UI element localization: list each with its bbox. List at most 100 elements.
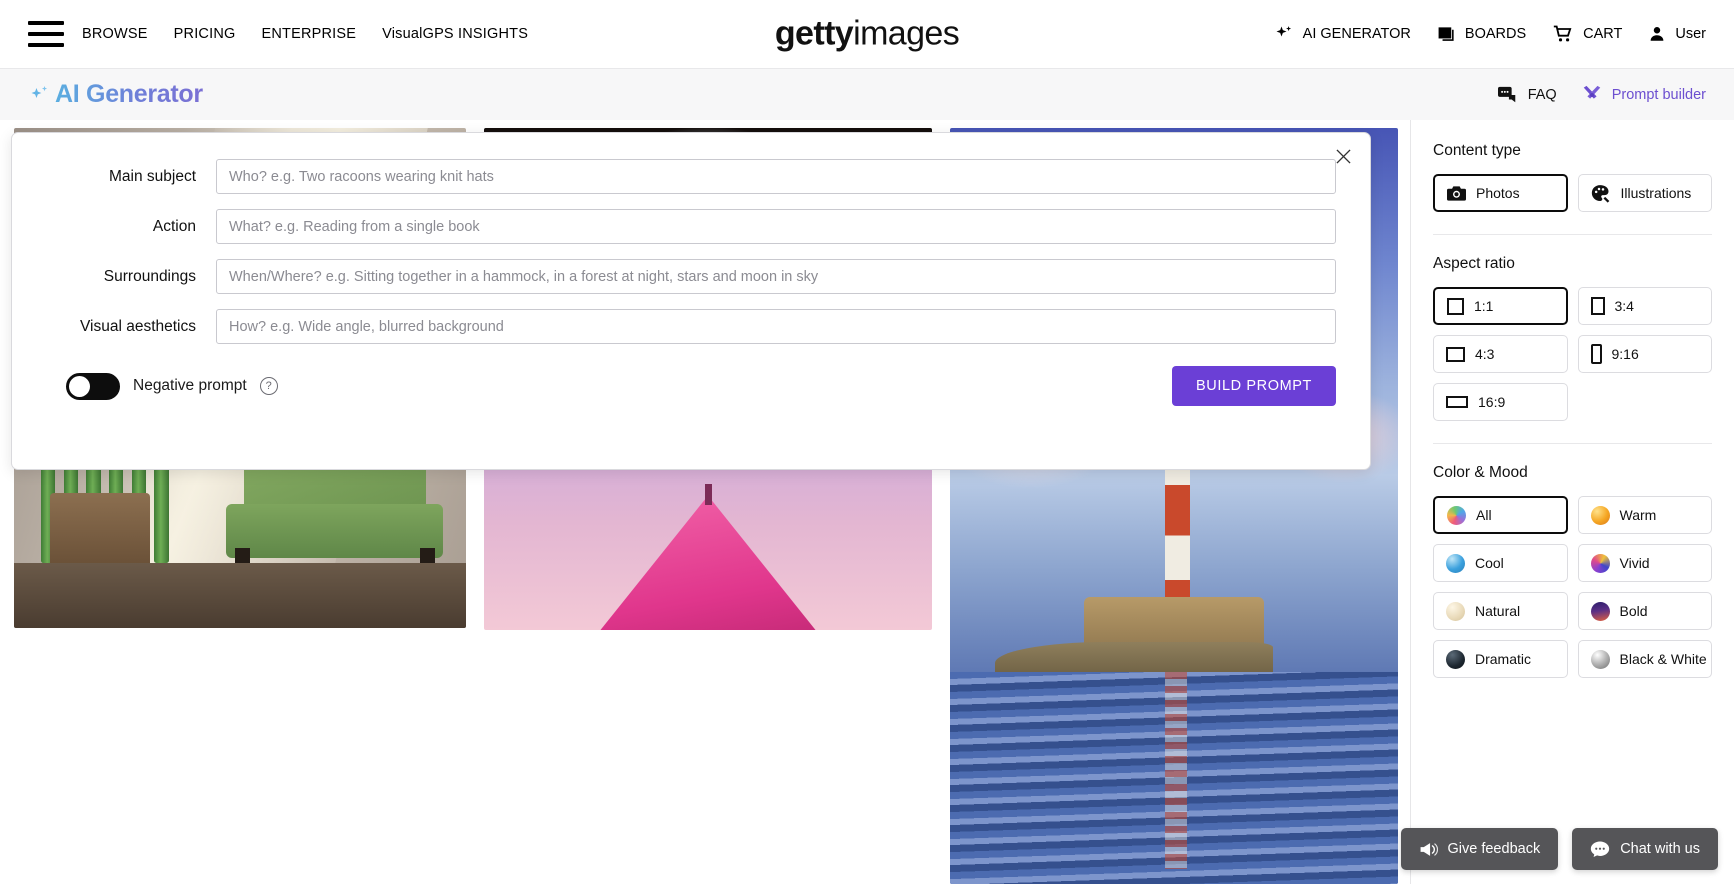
give-feedback-label: Give feedback bbox=[1448, 841, 1541, 857]
subheader-actions: FAQ Prompt builder bbox=[1497, 84, 1706, 106]
color-mood-all[interactable]: All bbox=[1433, 496, 1568, 534]
portrait-icon bbox=[1591, 297, 1605, 315]
prompt-builder-button[interactable]: Prompt builder bbox=[1581, 84, 1706, 106]
action-label: Action bbox=[46, 218, 216, 236]
color-mood-title: Color & Mood bbox=[1433, 464, 1712, 482]
sparkle-icon bbox=[28, 83, 52, 107]
color-mood-options: All Warm Cool Vivid Natural bbox=[1433, 496, 1712, 678]
bw-swatch-icon bbox=[1591, 650, 1610, 669]
faq-label: FAQ bbox=[1528, 87, 1557, 103]
sidebar-divider bbox=[1433, 234, 1712, 235]
square-icon bbox=[1447, 298, 1464, 315]
cart-icon bbox=[1552, 24, 1574, 44]
header-boards-button[interactable]: BOARDS bbox=[1437, 25, 1526, 44]
main-content: Main subject Action Surroundings Visual … bbox=[0, 120, 1410, 884]
aspect-ratio-options: 1:1 3:4 4:3 9:16 16:9 bbox=[1433, 287, 1712, 421]
aspect-ratio-4-3[interactable]: 4:3 bbox=[1433, 335, 1568, 373]
color-mood-vivid[interactable]: Vivid bbox=[1578, 544, 1713, 582]
field-row-visual-aesthetics: Visual aesthetics bbox=[46, 309, 1336, 344]
megaphone-icon bbox=[1419, 841, 1438, 858]
color-mood-dramatic[interactable]: Dramatic bbox=[1433, 640, 1568, 678]
cool-swatch-icon bbox=[1446, 554, 1465, 573]
color-mood-vivid-label: Vivid bbox=[1620, 555, 1650, 571]
nav-item-visualgps-insights[interactable]: VisualGPS INSIGHTS bbox=[382, 26, 528, 42]
color-mood-dramatic-label: Dramatic bbox=[1475, 651, 1531, 667]
content-type-options: Photos Illustrations bbox=[1433, 174, 1712, 212]
dramatic-swatch-icon bbox=[1446, 650, 1465, 669]
header-ai-generator-button[interactable]: AI GENERATOR bbox=[1274, 24, 1411, 44]
color-mood-cool[interactable]: Cool bbox=[1433, 544, 1568, 582]
header-cart-label: CART bbox=[1583, 26, 1622, 42]
aspect-ratio-9-16[interactable]: 9:16 bbox=[1578, 335, 1713, 373]
primary-nav: BROWSE PRICING ENTERPRISE VisualGPS INSI… bbox=[82, 26, 528, 42]
question-mark-icon[interactable]: ? bbox=[260, 377, 278, 395]
negative-prompt-label: Negative prompt bbox=[133, 377, 247, 395]
build-prompt-button[interactable]: BUILD PROMPT bbox=[1172, 366, 1336, 406]
floating-actions: Give feedback Chat with us bbox=[1401, 828, 1719, 870]
surroundings-input[interactable] bbox=[216, 259, 1336, 294]
give-feedback-button[interactable]: Give feedback bbox=[1401, 828, 1559, 870]
prompt-builder-panel: Main subject Action Surroundings Visual … bbox=[11, 132, 1371, 470]
aspect-ratio-title: Aspect ratio bbox=[1433, 255, 1712, 273]
color-mood-warm[interactable]: Warm bbox=[1578, 496, 1713, 534]
chat-with-us-label: Chat with us bbox=[1620, 841, 1700, 857]
field-row-action: Action bbox=[46, 209, 1336, 244]
color-mood-natural-label: Natural bbox=[1475, 603, 1520, 619]
gettyimages-logo[interactable]: gettyimages bbox=[775, 15, 959, 54]
main-subject-label: Main subject bbox=[46, 168, 216, 186]
content-type-photos-label: Photos bbox=[1476, 185, 1520, 201]
header-ai-generator-label: AI GENERATOR bbox=[1303, 26, 1411, 42]
chat-with-us-button[interactable]: Chat with us bbox=[1572, 828, 1718, 870]
color-mood-natural[interactable]: Natural bbox=[1433, 592, 1568, 630]
color-mood-cool-label: Cool bbox=[1475, 555, 1504, 571]
hamburger-menu-icon[interactable] bbox=[28, 21, 64, 47]
surroundings-label: Surroundings bbox=[46, 268, 216, 286]
getty-ai-generator-page: BROWSE PRICING ENTERPRISE VisualGPS INSI… bbox=[0, 0, 1734, 884]
ai-generator-subheader: AI Generator FAQ Prompt builder bbox=[0, 68, 1734, 120]
aspect-ratio-4-3-label: 4:3 bbox=[1475, 346, 1494, 362]
header-boards-label: BOARDS bbox=[1465, 26, 1526, 42]
main-subject-input[interactable] bbox=[216, 159, 1336, 194]
page-title-text: AI Generator bbox=[55, 80, 203, 109]
toggle-knob bbox=[69, 376, 90, 397]
content-type-illustrations[interactable]: Illustrations bbox=[1578, 174, 1713, 212]
panel-footer: Negative prompt ? BUILD PROMPT bbox=[46, 366, 1336, 406]
tall-portrait-icon bbox=[1591, 344, 1602, 364]
aspect-ratio-3-4[interactable]: 3:4 bbox=[1578, 287, 1713, 325]
landscape-icon bbox=[1446, 347, 1465, 362]
nav-item-browse[interactable]: BROWSE bbox=[82, 26, 148, 42]
prompt-builder-label: Prompt builder bbox=[1612, 87, 1706, 103]
header-actions: AI GENERATOR BOARDS CART User bbox=[1274, 24, 1706, 44]
user-icon bbox=[1648, 25, 1666, 43]
camera-icon bbox=[1447, 185, 1466, 202]
water-reflection bbox=[1165, 672, 1187, 869]
visual-aesthetics-input[interactable] bbox=[216, 309, 1336, 344]
color-mood-all-label: All bbox=[1476, 507, 1492, 523]
page-body: Main subject Action Surroundings Visual … bbox=[0, 120, 1734, 884]
chair-seat bbox=[226, 504, 443, 559]
warm-swatch-icon bbox=[1591, 506, 1610, 525]
field-row-main-subject: Main subject bbox=[46, 159, 1336, 194]
header-user-button[interactable]: User bbox=[1648, 25, 1706, 43]
color-mood-black-and-white[interactable]: Black & White bbox=[1578, 640, 1713, 678]
color-mood-bold[interactable]: Bold bbox=[1578, 592, 1713, 630]
close-icon[interactable] bbox=[1328, 141, 1358, 171]
aspect-ratio-16-9[interactable]: 16:9 bbox=[1433, 383, 1568, 421]
nav-item-pricing[interactable]: PRICING bbox=[174, 26, 236, 42]
content-type-title: Content type bbox=[1433, 142, 1712, 160]
wide-landscape-icon bbox=[1446, 396, 1468, 408]
site-header: BROWSE PRICING ENTERPRISE VisualGPS INSI… bbox=[0, 0, 1734, 68]
content-type-illustrations-label: Illustrations bbox=[1621, 185, 1692, 201]
aspect-ratio-1-1[interactable]: 1:1 bbox=[1433, 287, 1568, 325]
visual-aesthetics-label: Visual aesthetics bbox=[46, 318, 216, 336]
sidebar-divider bbox=[1433, 443, 1712, 444]
logo-getty: getty bbox=[775, 15, 853, 53]
content-type-photos[interactable]: Photos bbox=[1433, 174, 1568, 212]
action-input[interactable] bbox=[216, 209, 1336, 244]
boards-icon bbox=[1437, 25, 1456, 44]
header-cart-button[interactable]: CART bbox=[1552, 24, 1622, 44]
faq-button[interactable]: FAQ bbox=[1497, 85, 1557, 105]
negative-prompt-toggle[interactable] bbox=[66, 373, 120, 400]
rainbow-swatch-icon bbox=[1447, 506, 1466, 525]
nav-item-enterprise[interactable]: ENTERPRISE bbox=[261, 26, 356, 42]
